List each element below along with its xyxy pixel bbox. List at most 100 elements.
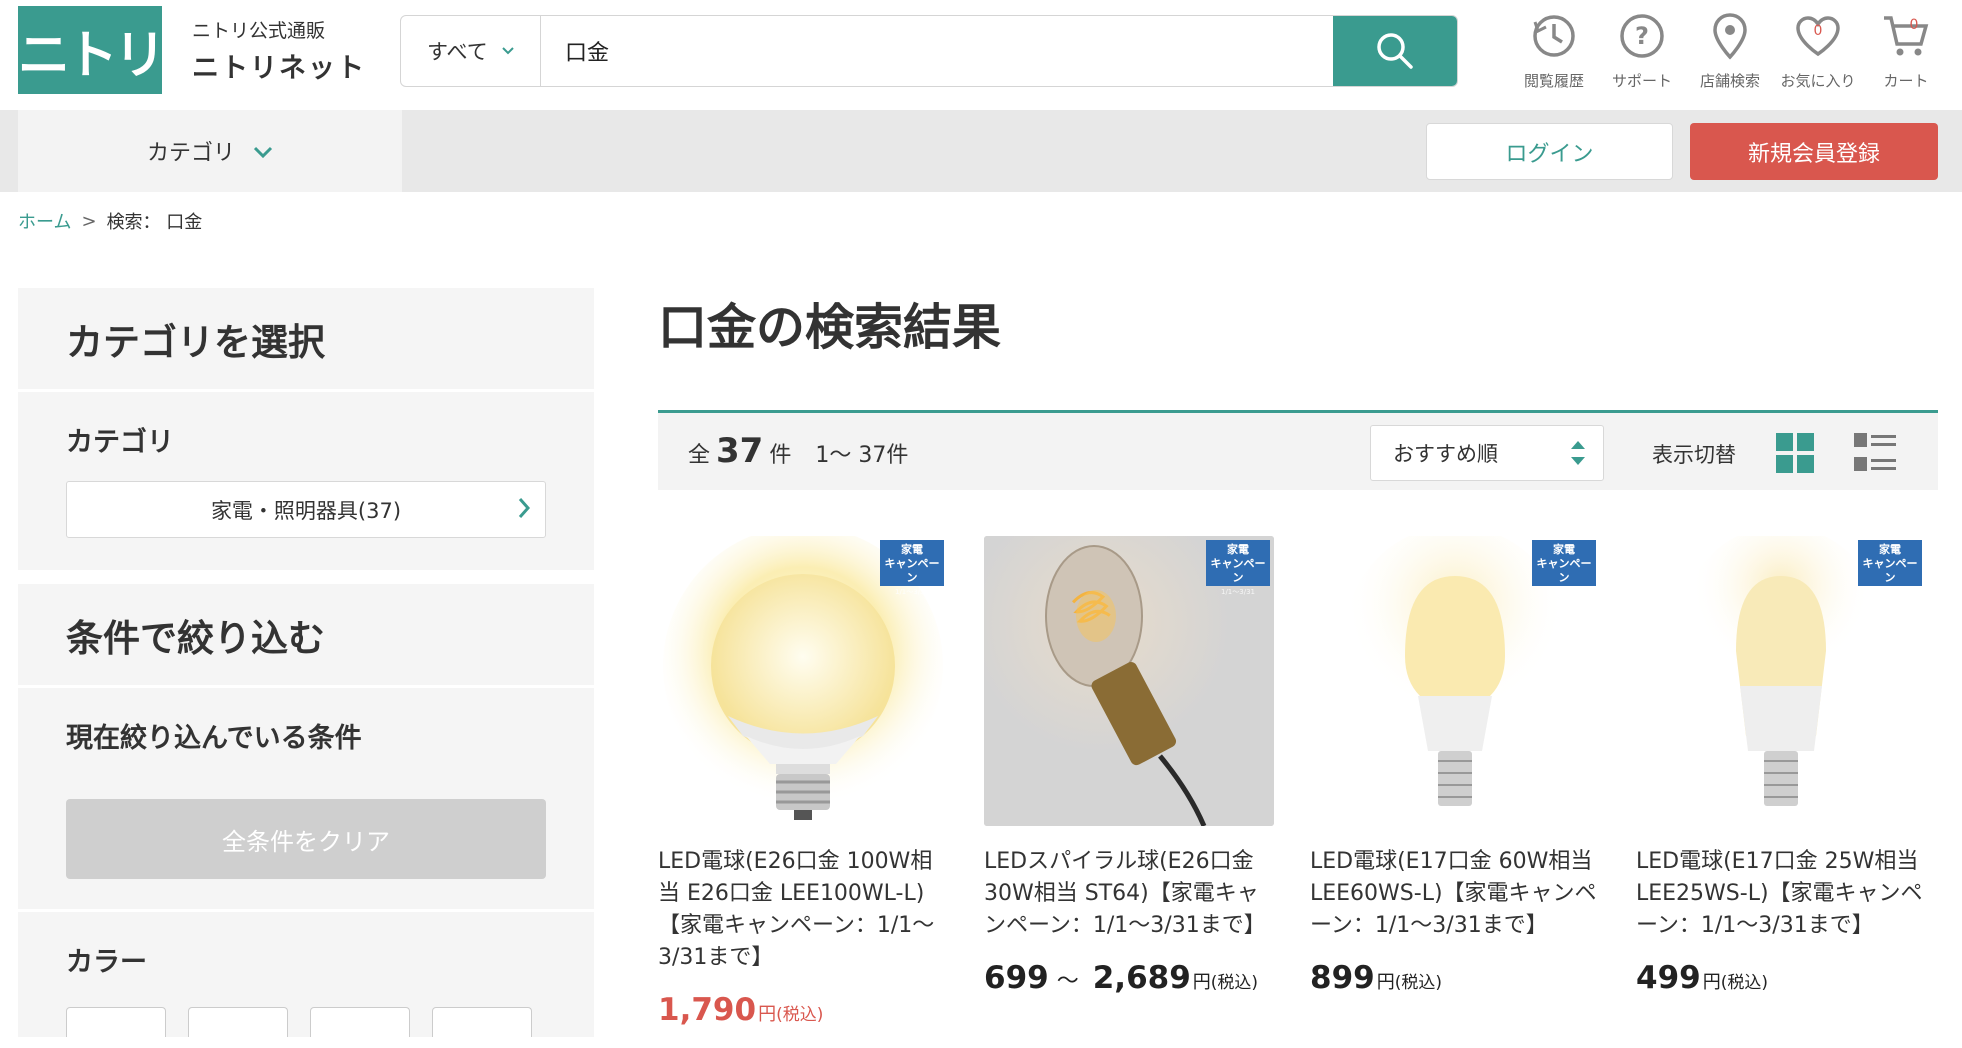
product-image[interactable]: 家電 キャンペーン 1/1〜3/31 <box>1636 536 1926 826</box>
chevron-right-icon <box>517 496 531 525</box>
category-panel-title: カテゴリを選択 <box>18 288 594 392</box>
color-swatch-list <box>66 1007 546 1037</box>
price-value: 699 <box>984 960 1049 996</box>
nav-bar: カテゴリ ログイン 新規会員登録 <box>0 110 1962 192</box>
cart-label: カート <box>1883 72 1929 90</box>
breadcrumb-separator: > <box>81 210 97 232</box>
product-image[interactable]: 家電 キャンペーン 1/1〜3/31 <box>1310 536 1600 826</box>
result-count-prefix: 全 <box>688 443 711 468</box>
sort-select[interactable]: おすすめ順 <box>1370 425 1604 481</box>
campaign-badge-line1: 家電 <box>1553 543 1575 556</box>
login-button[interactable]: ログイン <box>1426 123 1673 180</box>
product-card[interactable]: 家電 キャンペーン 1/1〜3/31 LEDスパイラル球(E26口金 30W相当 S… <box>984 536 1274 996</box>
support-link[interactable]: ? サポート <box>1598 8 1686 91</box>
heart-icon: 0 <box>1790 8 1846 64</box>
site-header: ニトリ ニトリ公式通販 ニトリネット すべて 閲覧履歴 <box>0 0 1962 110</box>
product-name[interactable]: LED電球(E26口金 100W相当 E26口金 LEE100WL-L)【家電キ… <box>658 846 948 974</box>
product-card[interactable]: 家電 キャンペーン 1/1〜3/31 LED電球(E17口金 60W相当 LEE60… <box>1310 536 1600 996</box>
clear-all-button[interactable]: 全条件をクリア <box>66 799 546 879</box>
result-count-number: 37 <box>716 431 764 471</box>
campaign-badge-line2: キャンペーン <box>884 557 940 584</box>
search-button[interactable] <box>1333 16 1457 86</box>
color-swatch[interactable] <box>188 1007 288 1037</box>
search-scope-select[interactable]: すべて <box>401 16 541 86</box>
color-swatch[interactable] <box>66 1007 166 1037</box>
register-button[interactable]: 新規会員登録 <box>1690 123 1938 180</box>
product-name[interactable]: LED電球(E17口金 25W相当 LEE25WS-L)【家電キャンペーン：1/… <box>1636 846 1926 942</box>
price-value: 1,790 <box>658 992 757 1028</box>
current-conditions-heading: 現在絞り込んでいる条件 <box>66 723 362 754</box>
search-input[interactable] <box>541 16 1333 86</box>
price-unit: 円 <box>1702 972 1721 993</box>
product-image[interactable]: 家電 キャンペーン 1/1〜3/31 <box>984 536 1274 826</box>
header-icon-nav: 閲覧履歴 ? サポート 店舗検索 0 お気に入り 0 カート <box>1510 8 1950 91</box>
campaign-badge-line1: 家電 <box>1227 543 1249 556</box>
favorites-count: 0 <box>1813 23 1823 39</box>
campaign-badge-line1: 家電 <box>901 543 923 556</box>
price-unit: 円 <box>1192 972 1211 993</box>
breadcrumb-current: 検索： 口金 <box>106 212 203 233</box>
color-filter-heading: カラー <box>66 947 147 978</box>
list-view-icon[interactable] <box>1854 433 1896 477</box>
result-toolbar: 全 37 件 1〜 37件 おすすめ順 表示切替 <box>658 410 1938 490</box>
price-tax: (税込) <box>1720 973 1768 993</box>
campaign-badge: 家電 キャンペーン 1/1〜3/31 <box>1858 540 1922 596</box>
campaign-badge-line3: 1/1〜3/31 <box>1873 588 1907 596</box>
color-swatch[interactable] <box>432 1007 532 1037</box>
product-name[interactable]: LED電球(E17口金 60W相当 LEE60WS-L)【家電キャンペーン：1/… <box>1310 846 1600 942</box>
cart-icon: 0 <box>1878 8 1934 64</box>
view-toggle-label: 表示切替 <box>1652 443 1736 467</box>
color-swatch[interactable] <box>310 1007 410 1037</box>
brand-subtitle: ニトリ公式通販 <box>192 20 326 42</box>
favorites-link[interactable]: 0 お気に入り <box>1774 8 1862 91</box>
price-tax: (税込) <box>1394 973 1442 993</box>
price-tax: (税込) <box>1210 973 1259 993</box>
cart-link[interactable]: 0 カート <box>1862 8 1950 91</box>
price-value: 499 <box>1636 960 1701 996</box>
filter-panel-title: 条件で絞り込む <box>18 584 594 688</box>
support-label: サポート <box>1611 72 1672 90</box>
category-item-label: 家電・照明器具(37) <box>210 498 402 523</box>
grid-view-icon[interactable] <box>1776 433 1814 477</box>
product-card[interactable]: 家電 キャンペーン 1/1〜3/31 LED電球(E17口金 25W相当 LEE25… <box>1636 536 1926 996</box>
search-icon <box>1377 33 1413 69</box>
product-price: 899 円 (税込) <box>1310 960 1600 996</box>
help-icon: ? <box>1614 8 1670 64</box>
category-subheading: カテゴリ <box>66 427 174 458</box>
sort-select-label: おすすめ順 <box>1393 442 1498 466</box>
favorites-label: お気に入り <box>1780 72 1856 90</box>
breadcrumb: ホーム > 検索： 口金 <box>18 208 202 234</box>
category-menu-button[interactable]: カテゴリ <box>18 110 402 192</box>
svg-text:?: ? <box>1635 22 1649 50</box>
breadcrumb-home[interactable]: ホーム <box>18 208 71 234</box>
history-icon <box>1526 8 1582 64</box>
category-item-appliances[interactable]: 家電・照明器具(37) <box>66 481 546 538</box>
nitori-logo[interactable]: ニトリ <box>18 6 166 94</box>
product-price: 699 〜 2,689 円 (税込) <box>984 960 1274 996</box>
price-tax: (税込) <box>776 1005 824 1025</box>
product-price: 1,790 円 (税込) <box>658 992 948 1028</box>
campaign-badge-line2: キャンペーン <box>1536 557 1592 584</box>
store-search-label: 店舗検索 <box>1699 72 1760 90</box>
price-value-max: 2,689 <box>1092 960 1191 996</box>
sort-updown-icon <box>1569 438 1587 473</box>
campaign-badge: 家電 キャンペーン 1/1〜3/31 <box>880 540 944 596</box>
filter-panel: 条件で絞り込む 現在絞り込んでいる条件 全条件をクリア カラー <box>18 584 594 1037</box>
result-count: 全 37 件 1〜 37件 <box>688 431 908 471</box>
product-image[interactable]: 家電 キャンペーン 1/1〜3/31 <box>658 536 948 826</box>
store-search-link[interactable]: 店舗検索 <box>1686 8 1774 91</box>
product-name[interactable]: LEDスパイラル球(E26口金 30W相当 ST64)【家電キャンペーン：1/1… <box>984 846 1274 942</box>
brand-title[interactable]: ニトリネット <box>192 46 366 85</box>
chevron-down-icon <box>501 43 514 59</box>
cart-count: 0 <box>1909 17 1919 33</box>
price-unit: 円 <box>758 1004 777 1025</box>
category-menu-label: カテゴリ <box>146 141 235 166</box>
campaign-badge-line3: 1/1〜3/31 <box>895 588 929 596</box>
product-price: 499 円 (税込) <box>1636 960 1926 996</box>
location-pin-icon <box>1702 8 1758 64</box>
history-link[interactable]: 閲覧履歴 <box>1510 8 1598 91</box>
search-scope-label: すべて <box>427 40 488 64</box>
product-card[interactable]: 家電 キャンペーン 1/1〜3/31 LED電球(E26口金 100W相当 E26口… <box>658 536 948 1028</box>
campaign-badge-line1: 家電 <box>1879 543 1901 556</box>
chevron-down-icon <box>253 139 273 164</box>
